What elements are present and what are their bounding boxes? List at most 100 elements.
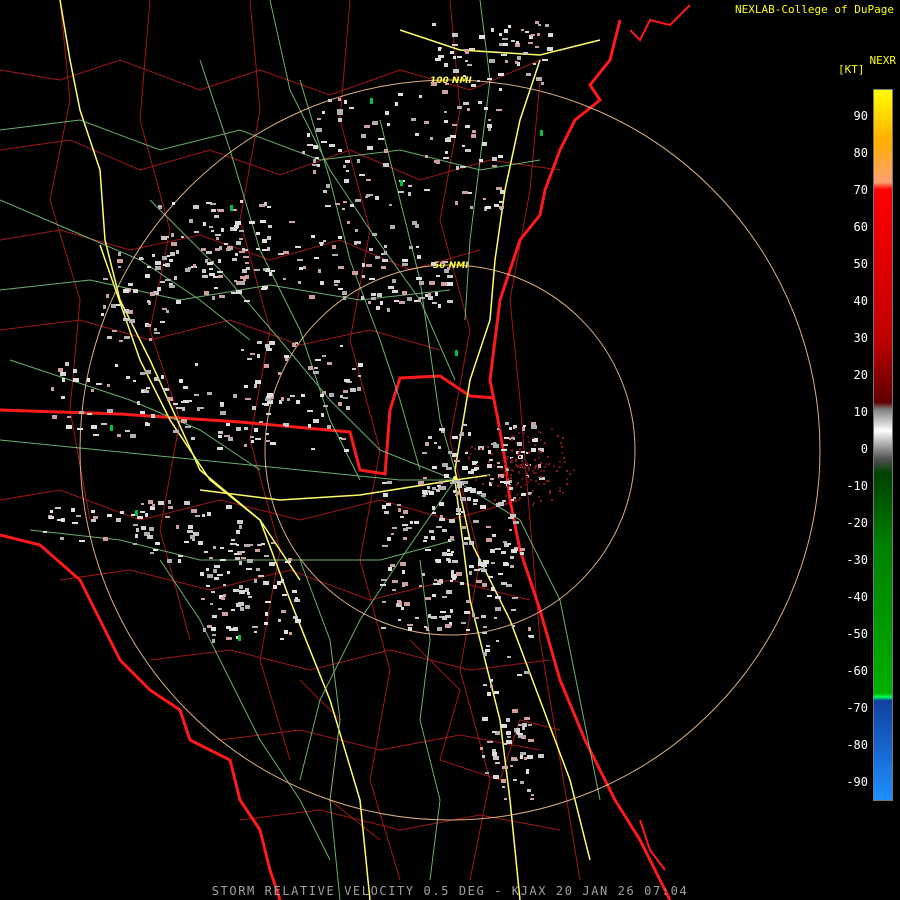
- echo-pixel: [487, 464, 492, 468]
- echo-pixel: [209, 273, 215, 276]
- echo-pixel: [485, 772, 489, 774]
- color-scale-tick: -20: [846, 516, 868, 530]
- echo-pixel: [439, 616, 442, 618]
- echo-pixel: [254, 631, 257, 633]
- echo-pixel: [474, 569, 480, 571]
- echo-pixel: [468, 432, 471, 436]
- echo-pixel: [61, 518, 65, 522]
- echo-pixel: [381, 579, 387, 581]
- echo-pixel: [357, 387, 361, 391]
- echo-pixel: [520, 552, 524, 555]
- echo-pixel: [173, 430, 179, 433]
- echo-pixel: [278, 619, 281, 622]
- echo-pixel: [535, 480, 537, 482]
- echo-pixel: [444, 63, 448, 67]
- echo-pixel: [510, 514, 516, 517]
- echo-pixel: [435, 58, 441, 61]
- echo-pixel: [512, 470, 514, 472]
- echo-pixel: [155, 261, 161, 265]
- echo-pixel: [487, 475, 489, 477]
- echo-pixel: [515, 759, 518, 761]
- echo-pixel: [510, 556, 514, 559]
- echo-pixel: [236, 530, 240, 534]
- echo-pixel: [456, 513, 461, 515]
- echo-pixel: [176, 525, 179, 529]
- legend-unit: [KT]: [838, 63, 865, 76]
- echo-pixel: [402, 570, 405, 574]
- echo-pixel: [236, 241, 241, 245]
- echo-pixel: [548, 33, 553, 37]
- echo-pixel: [217, 574, 223, 576]
- echo-pixel: [194, 231, 199, 233]
- echo-pixel: [220, 547, 224, 549]
- echo-pixel: [467, 108, 470, 111]
- echo-pixel: [188, 525, 193, 529]
- echo-pixel: [419, 281, 424, 285]
- echo-pixel: [358, 363, 363, 367]
- echo-pixel: [250, 353, 255, 355]
- echo-pixel: [352, 368, 356, 370]
- echo-pixel: [502, 766, 508, 769]
- echo-pixel: [174, 276, 177, 280]
- echo-pixel: [303, 266, 306, 269]
- echo-pixel: [392, 589, 396, 591]
- velocity-color-scale: [873, 89, 893, 801]
- echo-pixel: [218, 431, 223, 434]
- echo-pixel: [172, 202, 175, 205]
- echo-pixel: [518, 735, 522, 738]
- echo-pixel: [155, 542, 160, 545]
- echo-pixel: [289, 632, 292, 635]
- echo-pixel: [479, 474, 481, 476]
- echo-pixel: [528, 441, 530, 443]
- echo-pixel: [370, 98, 373, 104]
- echo-pixel: [509, 436, 511, 438]
- echo-pixel: [169, 285, 175, 288]
- echo-pixel: [72, 522, 78, 524]
- echo-pixel: [289, 221, 295, 223]
- echo-pixel: [269, 562, 275, 566]
- echo-pixel: [469, 48, 475, 50]
- echo-pixel: [246, 568, 252, 570]
- echo-pixel: [543, 470, 545, 472]
- echo-pixel: [438, 304, 441, 308]
- echo-pixel: [429, 530, 434, 533]
- echo-pixel: [314, 257, 319, 259]
- echo-pixel: [489, 459, 493, 461]
- echo-pixel: [530, 798, 534, 800]
- echo-pixel: [517, 454, 519, 456]
- echo-pixel: [431, 616, 437, 619]
- color-scale-tick: -70: [846, 701, 868, 715]
- echo-pixel: [91, 389, 94, 392]
- echo-pixel: [403, 537, 407, 540]
- echo-pixel: [569, 473, 571, 475]
- echo-pixel: [141, 526, 146, 530]
- echo-pixel: [501, 449, 507, 451]
- echo-pixel: [483, 626, 487, 628]
- echo-pixel: [418, 299, 421, 301]
- echo-pixel: [231, 539, 235, 541]
- echo-pixel: [492, 752, 497, 756]
- echo-pixel: [432, 487, 436, 490]
- echo-pixel: [384, 251, 387, 255]
- echo-pixel: [450, 609, 453, 613]
- echo-pixel: [416, 246, 419, 248]
- echo-pixel: [408, 185, 412, 187]
- echo-pixel: [350, 388, 356, 392]
- echo-pixel: [504, 543, 509, 547]
- echo-pixel: [145, 423, 150, 426]
- echo-pixel: [254, 579, 257, 583]
- echo-pixel: [176, 407, 182, 409]
- echo-pixel: [517, 442, 522, 446]
- echo-pixel: [395, 102, 398, 106]
- echo-pixel: [342, 291, 347, 295]
- echo-pixel: [566, 478, 568, 480]
- echo-pixel: [519, 497, 521, 499]
- echo-pixel: [532, 470, 534, 472]
- echo-pixel: [502, 38, 508, 40]
- echo-pixel: [153, 549, 158, 551]
- echo-pixel: [382, 545, 388, 547]
- echo-pixel: [520, 781, 524, 784]
- echo-pixel: [482, 755, 485, 758]
- echo-pixel: [504, 472, 506, 474]
- echo-pixel: [145, 370, 151, 374]
